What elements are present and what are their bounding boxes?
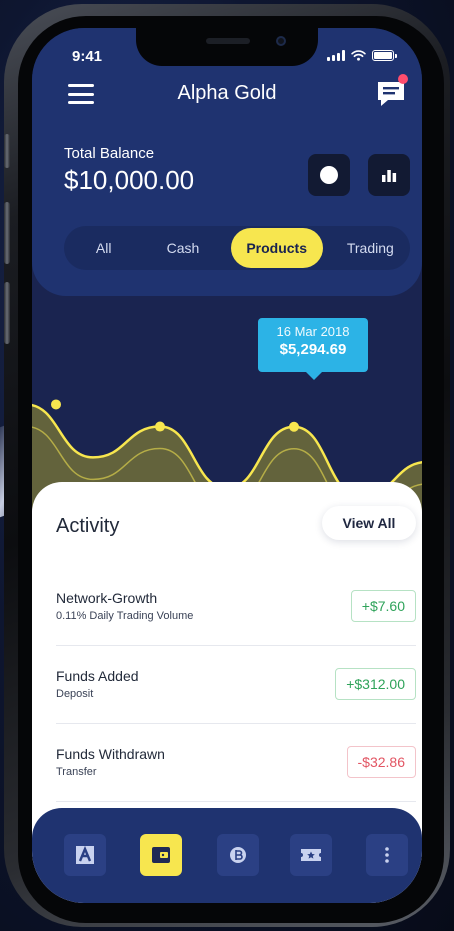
notification-badge [398,74,408,84]
activity-title-text: Network-Growth [56,590,158,606]
ticket-icon [301,849,321,861]
a-logo-icon [76,845,94,864]
activity-subtitle-text: Deposit [56,688,94,700]
volume-down-button [4,282,10,344]
volume-up-button [4,202,10,264]
activity-row-funds-added[interactable]: Funds Added Deposit +$312.00 [56,648,416,724]
toggle-view-button[interactable] [308,154,350,196]
activity-subtitle-text: Transfer [56,766,97,778]
activity-title: Activity [56,515,120,537]
front-camera [276,36,286,46]
view-all-button[interactable]: View All [322,506,416,540]
tooltip-date: 16 Mar 2018 [276,324,350,339]
circle-icon [320,166,338,184]
activity-title-text: Funds Added [56,668,139,684]
coin-icon [230,847,246,863]
wifi-icon [351,50,366,61]
tab-trading[interactable]: Trading [331,228,410,268]
nav-rewards[interactable] [290,834,332,876]
status-icons [327,50,397,61]
cellular-signal-icon [327,50,345,61]
notch [136,28,318,66]
chart-point[interactable] [155,421,165,432]
bottom-navigation [32,808,422,903]
total-balance-value: $10,000.00 [64,165,195,195]
amount-badge: -$32.86 [346,746,416,778]
activity-title-text: Funds Withdrawn [56,746,165,762]
chart-point[interactable] [289,421,299,432]
tooltip-value: $5,294.69 [279,341,347,358]
battery-icon [372,50,397,61]
nav-wallet[interactable] [140,834,182,876]
wallet-icon [152,847,170,863]
nav-coins[interactable] [217,834,259,876]
nav-home[interactable] [64,834,106,876]
chat-icon[interactable] [376,80,406,108]
activity-subtitle-text: 0.11% Daily Trading Volume [56,610,194,622]
filter-tabs: All Cash Products Trading [64,226,410,270]
chart-tooltip: 16 Mar 2018 $5,294.69 [258,318,368,380]
chart-point[interactable] [51,399,61,410]
tab-products[interactable]: Products [230,228,323,268]
app-title: Alpha Gold [177,82,277,104]
app-screen: 9:41 Alpha Gold Total Balance $10,000.00 [32,28,422,903]
tab-cash[interactable]: Cash [143,228,222,268]
nav-more[interactable] [366,834,408,876]
amount-badge: +$7.60 [350,590,416,622]
status-time: 9:41 [72,48,103,65]
tab-all[interactable]: All [64,228,143,268]
more-vertical-icon [385,847,389,863]
activity-row-network-growth[interactable]: Network-Growth 0.11% Daily Trading Volum… [56,570,416,646]
total-balance-label: Total Balance [64,145,155,162]
amount-badge: +$312.00 [335,668,416,700]
silent-switch [4,134,10,168]
speaker-grille [206,38,250,44]
header-panel: Alpha Gold Total Balance $10,000.00 All … [32,28,422,296]
stats-button[interactable] [368,154,410,196]
activity-row-funds-withdrawn[interactable]: Funds Withdrawn Transfer -$32.86 [56,726,416,802]
bar-chart-icon [382,170,397,182]
